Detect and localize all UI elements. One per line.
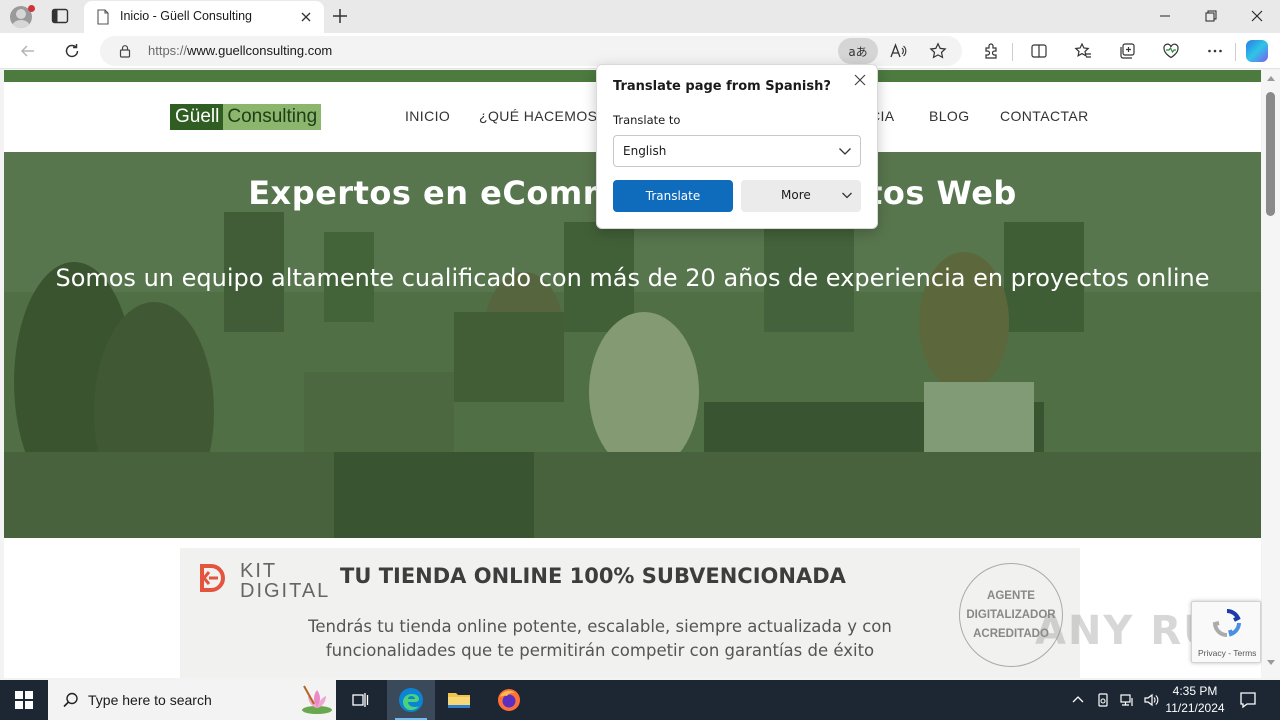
start-button[interactable] [0, 680, 48, 720]
taskbar-edge-app[interactable] [387, 680, 435, 720]
more-button-label: More [781, 188, 811, 202]
close-icon[interactable] [853, 73, 867, 87]
taskbar-clock[interactable]: 4:35 PM 11/21/2024 [1160, 683, 1230, 717]
read-aloud-icon[interactable] [888, 41, 908, 61]
search-icon [63, 692, 78, 708]
copilot-icon[interactable] [1246, 40, 1268, 62]
url-prefix: https:// [148, 43, 188, 58]
task-view-icon [352, 693, 369, 707]
taskbar-firefox-app[interactable] [485, 680, 533, 720]
settings-more-icon[interactable] [1205, 41, 1225, 61]
logo-part2: Consulting [223, 104, 322, 130]
language-select[interactable]: English [613, 135, 861, 167]
toolbar-divider [1235, 43, 1236, 61]
browser-tab-active[interactable]: Inicio - Güell Consulting [84, 1, 324, 33]
clock-date: 11/21/2024 [1165, 701, 1225, 715]
taskbar-file-explorer-app[interactable] [435, 680, 483, 720]
restore-button[interactable] [1188, 0, 1234, 32]
taskbar-search-box[interactable]: Type here to search [48, 680, 336, 720]
collections-icon[interactable] [1117, 41, 1137, 61]
recaptcha-badge[interactable]: Privacy - Terms [1191, 601, 1261, 663]
windows-logo-icon [15, 691, 33, 709]
restore-icon [1205, 10, 1217, 22]
refresh-button[interactable] [61, 40, 83, 62]
notification-center-icon[interactable] [1238, 690, 1258, 710]
kit-word-digital: DIGITAL [240, 580, 331, 602]
url-host: www.guellconsulting.com [187, 43, 333, 58]
selected-language: English [623, 144, 667, 158]
url-text[interactable]: https://www.guellconsulting.com [148, 43, 332, 58]
windows-taskbar: Type here to search 4:35 PM 11/21/2024 [0, 680, 1280, 720]
hero-subtitle: Somos un equipo altamente cualificado co… [55, 264, 1210, 292]
refresh-icon [65, 44, 79, 58]
translate-to-label: Translate to [613, 113, 681, 127]
nav-blog[interactable]: BLOG [929, 108, 970, 124]
minimize-button[interactable] [1142, 0, 1188, 32]
back-button[interactable] [17, 40, 39, 62]
translate-popup-title: Translate page from Spanish? [613, 79, 831, 94]
more-button[interactable]: More [741, 180, 861, 212]
page-scrollbar[interactable] [1262, 70, 1280, 678]
device-tray-icon[interactable] [1094, 690, 1112, 710]
scroll-down-arrow-icon[interactable] [1267, 660, 1275, 665]
kit-digital-k-icon [200, 564, 225, 592]
lock-icon[interactable] [118, 44, 132, 58]
minimize-icon [1160, 15, 1170, 17]
address-bar[interactable]: https://www.guellconsulting.com aあ [100, 36, 962, 66]
show-hidden-icons-chevron-up-icon[interactable] [1070, 690, 1086, 710]
nav-que-hacemos[interactable]: ¿QUÉ HACEMOS [479, 108, 597, 124]
clock-time: 4:35 PM [1172, 684, 1218, 698]
browser-titlebar: Inicio - Güell Consulting [0, 0, 1280, 33]
tab-title: Inicio - Güell Consulting [120, 9, 253, 23]
badge-line-1: AGENTE [987, 589, 1035, 602]
new-tab-icon[interactable] [330, 6, 350, 26]
nav-inicio[interactable]: INICIO [405, 108, 450, 124]
recaptcha-icon [1212, 608, 1241, 638]
close-window-button[interactable] [1234, 0, 1280, 32]
kit-digital-logo: KIT DIGITAL [196, 560, 328, 602]
tab-actions-icon[interactable] [50, 6, 70, 26]
close-icon [1251, 10, 1263, 22]
page-favicon-icon [97, 9, 109, 25]
kit-description: Tendrás tu tienda online potente, escala… [308, 617, 892, 660]
translate-button[interactable]: Translate [613, 180, 733, 212]
nav-contactar[interactable]: CONTACTAR [1000, 108, 1089, 124]
search-placeholder: Type here to search [88, 692, 212, 708]
edge-browser-icon [399, 688, 423, 712]
extensions-icon[interactable] [981, 41, 1001, 61]
recaptcha-links[interactable]: Privacy - Terms [1198, 648, 1256, 658]
back-arrow-icon [20, 45, 34, 57]
folder-icon [448, 693, 470, 708]
translate-popup: Translate page from Spanish? Translate t… [596, 64, 878, 229]
search-highlight-lotus-icon [302, 685, 332, 714]
chevron-down-icon [842, 192, 852, 199]
scroll-up-arrow-icon[interactable] [1267, 76, 1275, 81]
favorites-icon[interactable] [1073, 41, 1093, 61]
profile-notification-dot [28, 5, 35, 12]
favorite-star-icon[interactable] [928, 41, 948, 61]
chevron-down-icon [839, 148, 851, 155]
translate-icon[interactable]: aあ [838, 38, 878, 64]
toolbar-divider [1012, 43, 1013, 61]
browser-essentials-icon[interactable] [1161, 41, 1181, 61]
scroll-thumb[interactable] [1266, 92, 1275, 216]
kit-title: TU TIENDA ONLINE 100% SUBVENCIONADA [340, 564, 846, 588]
tab-close-icon[interactable] [298, 9, 314, 25]
task-view-button[interactable] [336, 680, 384, 720]
kit-digital-banner[interactable]: KIT DIGITAL TU TIENDA ONLINE 100% SUBVEN… [180, 548, 1080, 678]
logo-part1: Güell [170, 104, 224, 130]
firefox-icon [498, 689, 520, 711]
site-logo[interactable]: Güell Consulting [170, 104, 322, 130]
split-screen-icon[interactable] [1029, 41, 1049, 61]
volume-icon[interactable] [1142, 690, 1160, 710]
network-icon[interactable] [1118, 690, 1136, 710]
